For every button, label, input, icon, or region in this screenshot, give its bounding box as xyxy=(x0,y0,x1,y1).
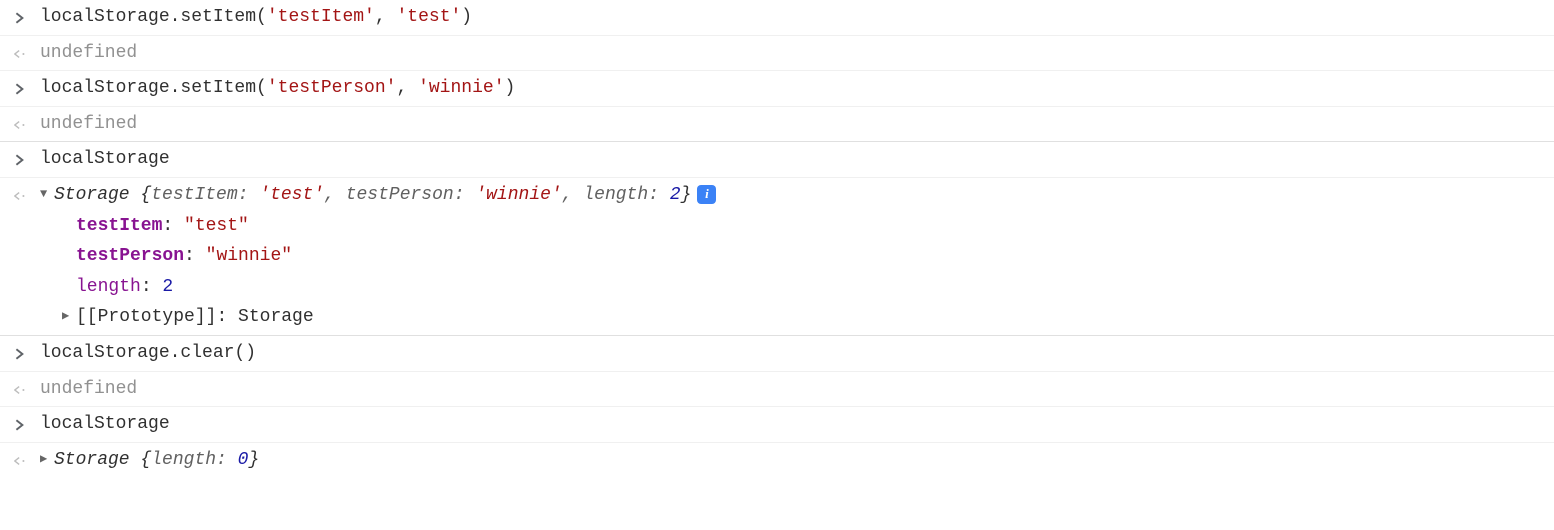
object-property: testPerson: "winnie" xyxy=(76,241,1544,272)
code-token: , xyxy=(396,78,418,98)
property-value: 2 xyxy=(162,277,173,297)
input-prompt-icon xyxy=(14,144,40,174)
output-return-icon xyxy=(14,374,40,404)
console-row: undefined xyxy=(0,35,1554,71)
console-row-content: undefined xyxy=(40,38,1544,69)
prototype-value: Storage xyxy=(238,307,314,327)
console-row: ▶Storage {length: 0} xyxy=(0,442,1554,478)
code-string: 'test' xyxy=(396,7,461,27)
output-return-icon xyxy=(14,180,40,210)
code-token: localStorage.clear() xyxy=(40,343,256,363)
object-key: length: xyxy=(151,450,237,470)
code-string: 'testItem' xyxy=(267,7,375,27)
disclosure-triangle-right-icon[interactable]: ▶ xyxy=(40,449,54,469)
undefined-value: undefined xyxy=(40,379,137,399)
property-key: length xyxy=(76,277,141,297)
console-row: localStorage xyxy=(0,406,1554,442)
code-token: localStorage.setItem( xyxy=(40,7,267,27)
brace: } xyxy=(248,450,259,470)
input-prompt-icon xyxy=(14,73,40,103)
code-token: , xyxy=(375,7,397,27)
code-token: localStorage.setItem( xyxy=(40,78,267,98)
colon: : xyxy=(162,216,184,236)
input-prompt-icon xyxy=(14,338,40,368)
brace: { xyxy=(130,450,152,470)
class-name: Storage xyxy=(54,185,130,205)
console-row-content: ▶Storage {length: 0} xyxy=(40,445,1544,476)
console-row-content: undefined xyxy=(40,374,1544,405)
object-value: 0 xyxy=(238,450,249,470)
separator: , xyxy=(324,185,346,205)
colon: : xyxy=(141,277,163,297)
separator: , xyxy=(562,185,584,205)
code-token: localStorage xyxy=(40,414,170,434)
console-input[interactable]: localStorage xyxy=(40,409,1544,440)
undefined-value: undefined xyxy=(40,114,137,134)
code-token: localStorage xyxy=(40,149,170,169)
colon: : xyxy=(216,307,238,327)
console-row: ▼Storage {testItem: 'test', testPerson: … xyxy=(0,177,1554,335)
console-row-content: ▼Storage {testItem: 'test', testPerson: … xyxy=(40,180,1544,333)
object-summary[interactable]: ▶Storage {length: 0} xyxy=(40,445,1544,476)
input-prompt-icon xyxy=(14,2,40,32)
class-name: Storage xyxy=(54,450,130,470)
console-row: undefined xyxy=(0,106,1554,142)
console-output: localStorage.setItem('testItem', 'test')… xyxy=(0,0,1554,477)
info-icon[interactable]: i xyxy=(697,185,716,204)
object-key: testItem: xyxy=(151,185,259,205)
code-string: 'winnie' xyxy=(418,78,504,98)
object-value: 2 xyxy=(670,185,681,205)
disclosure-triangle-down-icon[interactable]: ▼ xyxy=(40,184,54,204)
console-input[interactable]: localStorage xyxy=(40,144,1544,175)
code-token: ) xyxy=(505,78,516,98)
object-key: length: xyxy=(583,185,669,205)
object-property: testItem: "test" xyxy=(76,211,1544,242)
object-value: 'test' xyxy=(259,185,324,205)
undefined-value: undefined xyxy=(40,43,137,63)
console-input[interactable]: localStorage.setItem('testItem', 'test') xyxy=(40,2,1544,33)
prototype-label: [[Prototype]] xyxy=(76,307,216,327)
brace: } xyxy=(681,185,692,205)
object-property: length: 2 xyxy=(76,272,1544,303)
object-value: 'winnie' xyxy=(475,185,561,205)
console-input[interactable]: localStorage.clear() xyxy=(40,338,1544,369)
property-key: testPerson xyxy=(76,246,184,266)
input-prompt-icon xyxy=(14,409,40,439)
console-row: localStorage.setItem('testPerson', 'winn… xyxy=(0,70,1554,106)
prototype-row[interactable]: ▶[[Prototype]]: Storage xyxy=(62,302,1544,333)
code-token: ) xyxy=(461,7,472,27)
output-return-icon xyxy=(14,445,40,475)
property-value: "test" xyxy=(184,216,249,236)
disclosure-triangle-right-icon[interactable]: ▶ xyxy=(62,306,76,326)
console-input[interactable]: localStorage.setItem('testPerson', 'winn… xyxy=(40,73,1544,104)
property-value: "winnie" xyxy=(206,246,292,266)
output-return-icon xyxy=(14,38,40,68)
brace: { xyxy=(130,185,152,205)
console-row: localStorage.setItem('testItem', 'test') xyxy=(0,0,1554,35)
colon: : xyxy=(184,246,206,266)
console-row: undefined xyxy=(0,371,1554,407)
property-key: testItem xyxy=(76,216,162,236)
object-summary[interactable]: ▼Storage {testItem: 'test', testPerson: … xyxy=(40,180,1544,211)
output-return-icon xyxy=(14,109,40,139)
console-row: localStorage.clear() xyxy=(0,335,1554,371)
console-row: localStorage xyxy=(0,141,1554,177)
object-key: testPerson: xyxy=(346,185,476,205)
object-properties: testItem: "test"testPerson: "winnie"leng… xyxy=(40,211,1544,333)
code-string: 'testPerson' xyxy=(267,78,397,98)
console-row-content: undefined xyxy=(40,109,1544,140)
